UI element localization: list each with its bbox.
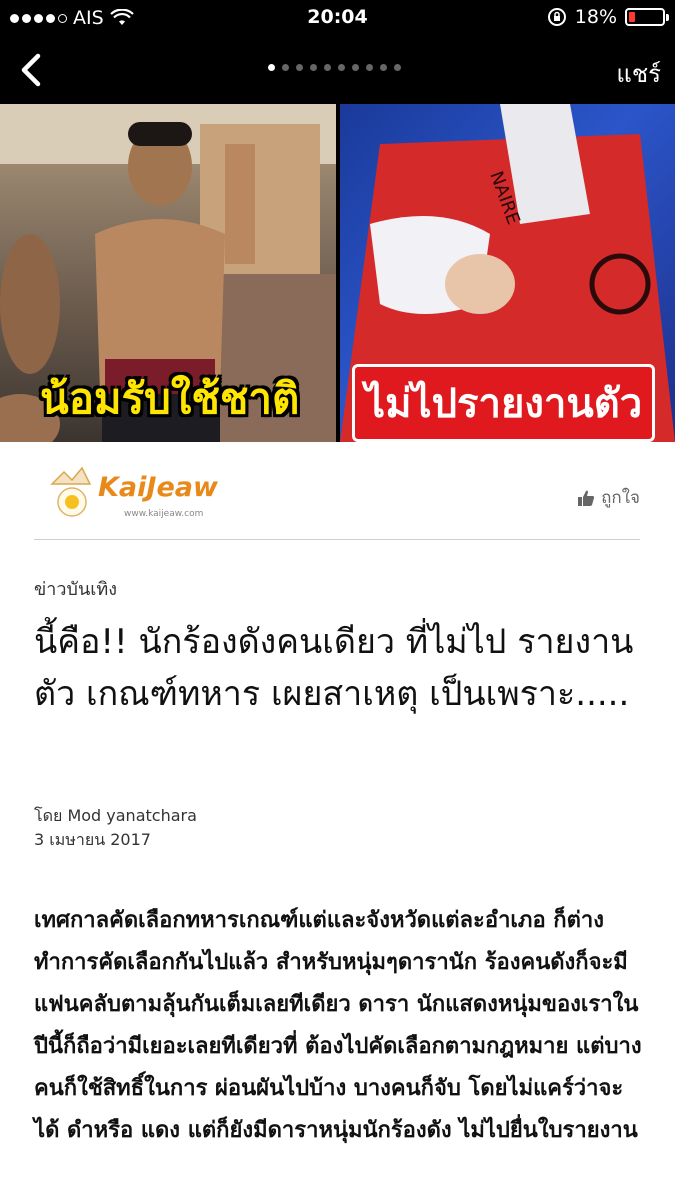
article-author: โดย Mod yanatchara bbox=[34, 806, 197, 825]
status-bar: AIS 20:04 18% bbox=[0, 0, 675, 36]
article-date: 3 เมษายน 2017 bbox=[34, 830, 151, 849]
page-dot bbox=[268, 64, 275, 71]
page-dot bbox=[366, 64, 373, 71]
battery-icon bbox=[625, 8, 669, 26]
page-dot bbox=[296, 64, 303, 71]
page-dot bbox=[324, 64, 331, 71]
page-dot bbox=[282, 64, 289, 71]
battery-percent: 18% bbox=[574, 6, 617, 28]
status-right: 18% bbox=[547, 6, 669, 28]
rotation-lock-icon bbox=[547, 8, 566, 26]
hero-caption-left: น้อมรับใช้ชาติ bbox=[40, 374, 300, 423]
like-button[interactable]: ถูกใจ bbox=[577, 484, 640, 511]
page-dot bbox=[310, 64, 317, 71]
publisher-name: KaiJeaw bbox=[98, 472, 218, 503]
chevron-left-icon bbox=[21, 53, 41, 87]
page-dot bbox=[394, 64, 401, 71]
thumbs-up-icon bbox=[578, 490, 595, 506]
nav-bar: แชร์ bbox=[0, 36, 675, 104]
share-button[interactable]: แชร์ bbox=[616, 54, 661, 93]
hero-caption-right: ไม่ไปรายงานตัว bbox=[352, 364, 656, 442]
page-indicator bbox=[268, 64, 401, 71]
like-label: ถูกใจ bbox=[601, 488, 640, 508]
page-dot bbox=[338, 64, 345, 71]
page-dot bbox=[380, 64, 387, 71]
page-dot bbox=[352, 64, 359, 71]
article-body: เทศกาลคัดเลือกทหารเกณฑ์แต่และจังหวัดแต่ล… bbox=[34, 908, 642, 1143]
publisher-url: www.kaijeaw.com bbox=[124, 509, 204, 519]
battery-level bbox=[629, 12, 635, 22]
article-title: นี้คือ!! นักร้องดังคนเดียว ที่ไม่ไป รายง… bbox=[34, 622, 634, 714]
hero-image: NAIRE น้อมรับใช้ชาติ ไม่ไปรายงานตัว bbox=[0, 104, 675, 442]
article-byline: โดย Mod yanatchara 3 เมษายน 2017 bbox=[34, 804, 197, 852]
back-button[interactable] bbox=[14, 48, 54, 92]
egg-logo-icon bbox=[50, 466, 92, 517]
publisher-row: KaiJeaw www.kaijeaw.com ถูกใจ bbox=[34, 456, 640, 540]
publisher-logo[interactable]: KaiJeaw www.kaijeaw.com bbox=[42, 462, 232, 522]
article-category[interactable]: ข่าวบันเทิง bbox=[34, 574, 117, 603]
